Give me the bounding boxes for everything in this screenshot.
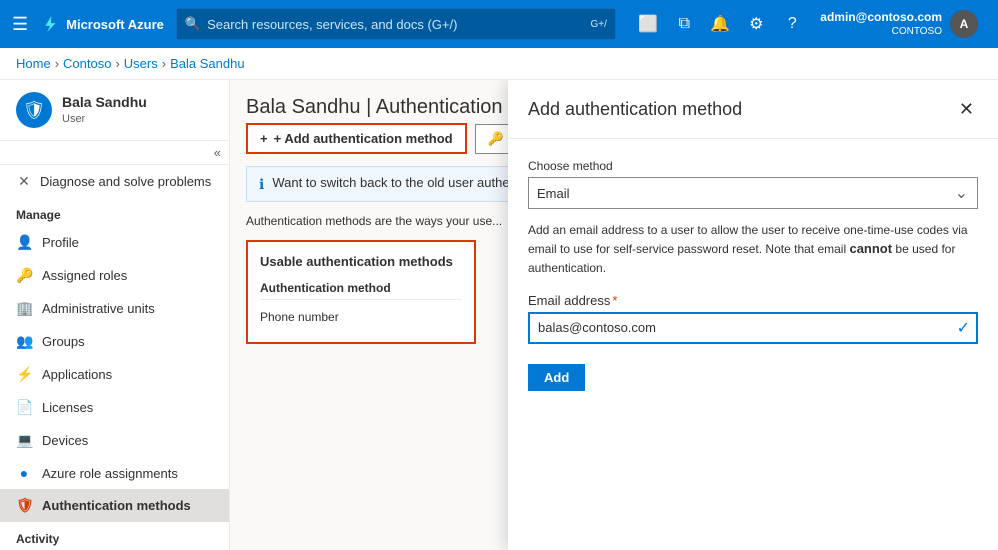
sidebar-item-azure-roles[interactable]: ● Azure role assignments	[0, 457, 229, 489]
manage-section-label: Manage	[0, 198, 229, 226]
sidebar-item-label: Devices	[42, 433, 88, 448]
add-auth-method-button[interactable]: + + Add authentication method	[246, 123, 467, 154]
email-input-wrapper: ✓	[528, 312, 978, 344]
content-area: Bala Sandhu | Authentication methods + +…	[230, 80, 998, 550]
choose-method-select[interactable]: Email Phone	[528, 177, 978, 209]
diagnose-label: Diagnose and solve problems	[40, 174, 211, 189]
email-label: Email address *	[528, 293, 978, 308]
search-icon: 🔍	[185, 16, 201, 32]
sidebar-item-label: Profile	[42, 235, 79, 250]
search-input[interactable]	[207, 17, 584, 32]
panel-body: Choose method Email Phone Add an email a…	[508, 139, 998, 550]
breadcrumb-home[interactable]: Home	[16, 56, 51, 71]
activity-section-label: Activity	[0, 522, 229, 550]
azure-logo: Microsoft Azure	[40, 14, 164, 34]
panel-overlay: Add authentication method ✕ Choose metho…	[508, 80, 998, 550]
sidebar-item-assigned-roles[interactable]: 🔑 Assigned roles	[0, 259, 229, 292]
breadcrumb-sep-2: ›	[115, 56, 119, 71]
user-info[interactable]: admin@contoso.com CONTOSO A	[812, 6, 986, 43]
groups-icon: 👥	[16, 333, 32, 350]
choose-method-label: Choose method	[528, 159, 978, 173]
applications-icon: ⚡	[16, 366, 32, 383]
main-layout: 🛡 Bala Sandhu User « ✕ Diagnose and solv…	[0, 80, 998, 550]
azure-roles-icon: ●	[16, 465, 32, 481]
sidebar-item-admin-units[interactable]: 🏢 Administrative units	[0, 292, 229, 325]
sidebar-item-applications[interactable]: ⚡ Applications	[0, 358, 229, 391]
auth-column-header: Authentication method	[260, 277, 462, 300]
user-shield-icon: 🛡	[16, 92, 52, 128]
sidebar-item-groups[interactable]: 👥 Groups	[0, 325, 229, 358]
sidebar-item-label: Administrative units	[42, 301, 155, 316]
breadcrumb-users[interactable]: Users	[124, 56, 158, 71]
hamburger-menu[interactable]: ☰	[12, 14, 28, 35]
sidebar-item-label: Applications	[42, 367, 112, 382]
settings-icon[interactable]: ⚙	[740, 8, 772, 40]
user-name: admin@contoso.com	[820, 10, 942, 26]
help-icon[interactable]: ?	[776, 8, 808, 40]
auth-method-row: Phone number	[260, 304, 462, 330]
auth-methods-icon: 🛡	[16, 497, 32, 514]
sidebar-item-diagnose[interactable]: ✕ Diagnose and solve problems	[0, 165, 229, 198]
avatar: A	[950, 10, 978, 38]
user-header-role: User	[62, 112, 147, 127]
admin-units-icon: 🏢	[16, 300, 32, 317]
sidebar-item-label: Licenses	[42, 400, 93, 415]
auth-methods-title: Usable authentication methods	[260, 254, 462, 269]
search-shortcut: G+/	[590, 19, 606, 30]
devices-icon: 💻	[16, 432, 32, 449]
breadcrumb: Home › Contoso › Users › Bala Sandhu	[0, 48, 998, 80]
collapse-sidebar-button[interactable]: «	[0, 141, 229, 165]
sidebar-item-auth-methods[interactable]: 🛡 Authentication methods	[0, 489, 229, 522]
info-icon: ℹ	[259, 176, 264, 193]
close-panel-button[interactable]: ✕	[955, 96, 978, 122]
auth-methods-box: Usable authentication methods Authentica…	[246, 240, 476, 344]
choose-method-select-wrapper: Email Phone	[528, 177, 978, 209]
licenses-icon: 📄	[16, 399, 32, 416]
required-star: *	[612, 293, 617, 308]
method-description: Add an email address to a user to allow …	[528, 221, 978, 277]
directory-icon[interactable]: ⧉	[668, 8, 700, 40]
roles-icon: 🔑	[16, 267, 32, 284]
panel-header: Add authentication method ✕	[508, 80, 998, 139]
reset-icon: 🔑	[488, 131, 504, 147]
diagnose-icon: ✕	[16, 173, 32, 190]
user-tenant: CONTOSO	[820, 25, 942, 38]
azure-logo-text: Microsoft Azure	[66, 17, 164, 32]
top-navigation: ☰ Microsoft Azure 🔍 G+/ ⬜ ⧉ 🔔 ⚙ ? admin@…	[0, 0, 998, 48]
user-header-name: Bala Sandhu	[62, 93, 147, 113]
sidebar: 🛡 Bala Sandhu User « ✕ Diagnose and solv…	[0, 80, 230, 550]
cloud-shell-icon[interactable]: ⬜	[632, 8, 664, 40]
azure-logo-icon	[40, 14, 60, 34]
add-icon: +	[260, 131, 268, 146]
sidebar-item-licenses[interactable]: 📄 Licenses	[0, 391, 229, 424]
nav-icons: ⬜ ⧉ 🔔 ⚙ ? admin@contoso.com CONTOSO A	[632, 6, 986, 43]
sidebar-item-label: Assigned roles	[42, 268, 127, 283]
sidebar-item-devices[interactable]: 💻 Devices	[0, 424, 229, 457]
add-button-label: + Add authentication method	[274, 131, 453, 146]
check-icon: ✓	[957, 318, 970, 338]
notifications-icon[interactable]: 🔔	[704, 8, 736, 40]
sidebar-item-label: Groups	[42, 334, 85, 349]
breadcrumb-sep-1: ›	[55, 56, 59, 71]
add-button[interactable]: Add	[528, 364, 585, 391]
email-input[interactable]	[528, 312, 978, 344]
breadcrumb-sep-3: ›	[162, 56, 166, 71]
user-header: 🛡 Bala Sandhu User	[0, 80, 229, 141]
info-banner-text: Want to switch back to the old user auth…	[272, 175, 527, 190]
search-bar[interactable]: 🔍 G+/	[176, 8, 616, 40]
sidebar-item-label: Azure role assignments	[42, 466, 178, 481]
profile-icon: 👤	[16, 234, 32, 251]
breadcrumb-contoso[interactable]: Contoso	[63, 56, 111, 71]
sidebar-item-profile[interactable]: 👤 Profile	[0, 226, 229, 259]
breadcrumb-bala-sandhu[interactable]: Bala Sandhu	[170, 56, 244, 71]
sidebar-item-label: Authentication methods	[42, 498, 191, 513]
panel-title: Add authentication method	[528, 99, 742, 120]
